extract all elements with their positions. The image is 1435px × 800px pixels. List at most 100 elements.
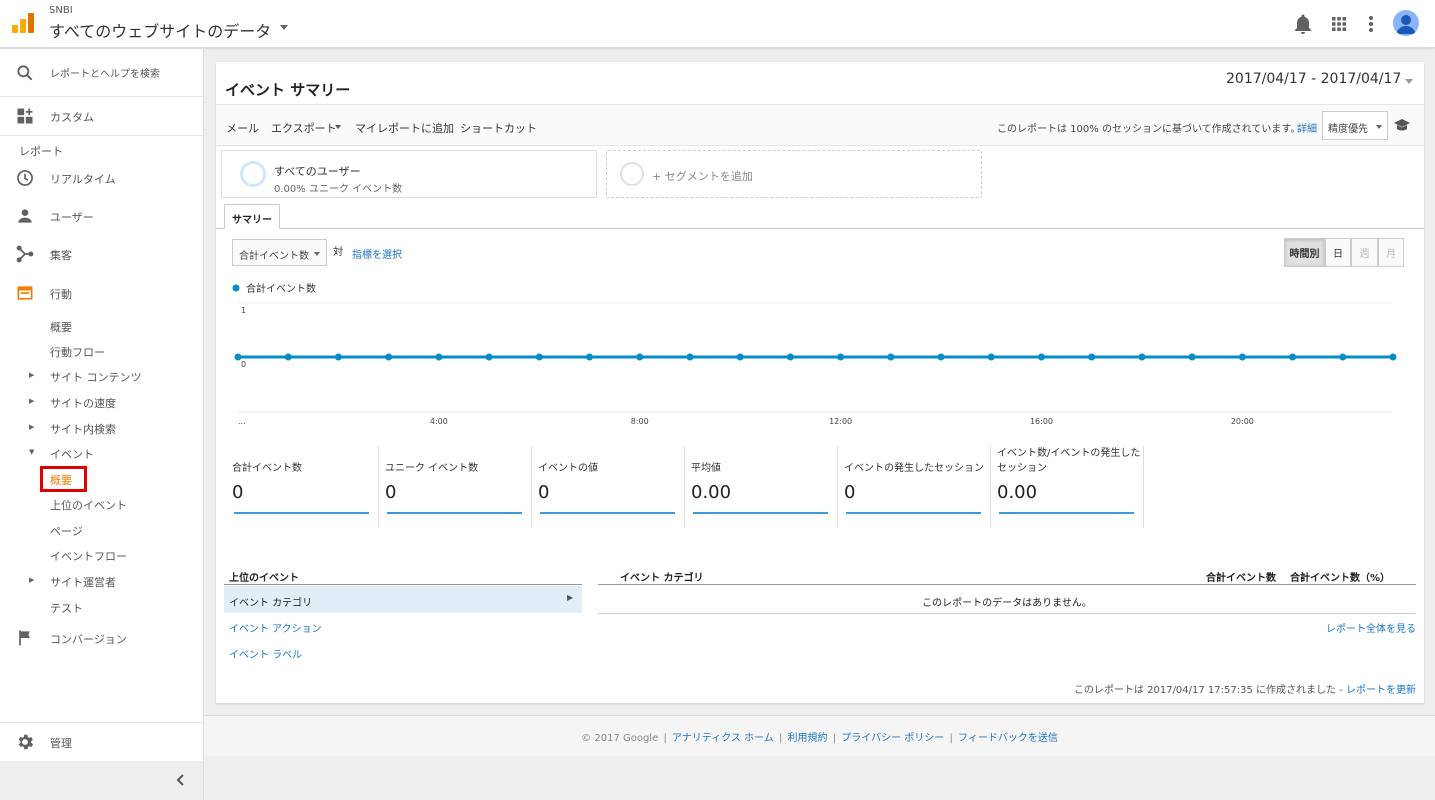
- month-button[interactable]: 月: [1378, 238, 1404, 267]
- column-header-total-pct[interactable]: 合計イベント数（%）: [1290, 569, 1390, 584]
- precision-select[interactable]: 精度優先: [1322, 111, 1388, 140]
- sidebar-item-users[interactable]: ユーザー: [0, 203, 203, 229]
- scorecard-label: イベントの値: [538, 463, 598, 474]
- sidebar-item-events-overview[interactable]: 概要: [50, 472, 72, 488]
- export-button[interactable]: エクスポート: [271, 120, 337, 136]
- bell-icon[interactable]: [1291, 12, 1315, 36]
- graduation-cap-icon[interactable]: [1393, 117, 1411, 133]
- sidebar-item-events-flow[interactable]: イベントフロー: [50, 548, 127, 564]
- reports-heading: レポート: [19, 145, 63, 158]
- sidebar-item-experiments[interactable]: テスト: [50, 600, 83, 616]
- dimension-event-action[interactable]: イベント アクション: [229, 620, 322, 635]
- collapse-arrow-icon[interactable]: ▼: [29, 448, 34, 456]
- sidebar-item-events[interactable]: イベント: [50, 446, 94, 462]
- column-header-total[interactable]: 合計イベント数: [1206, 569, 1276, 584]
- separator: |: [663, 733, 667, 744]
- dimension-event-category[interactable]: イベント カテゴリ: [224, 586, 582, 613]
- scorecard[interactable]: イベントの値 0: [532, 446, 685, 528]
- data-point: [937, 353, 945, 361]
- x-tick-label: 20:00: [1231, 417, 1254, 426]
- sidebar-item-publisher[interactable]: サイト運営者: [50, 574, 116, 590]
- x-tick-label: 8:00: [631, 417, 649, 426]
- caret-down-icon[interactable]: [1405, 79, 1413, 84]
- shortcut-button[interactable]: ショートカット: [460, 120, 537, 136]
- separator: |: [832, 733, 837, 744]
- sidebar-item-behavior-overview[interactable]: 概要: [50, 319, 72, 335]
- top-events-heading: 上位のイベント: [229, 573, 299, 584]
- terms-link[interactable]: 利用規約: [788, 733, 828, 744]
- sidebar-search[interactable]: レポートとヘルプを検索: [0, 49, 203, 96]
- sidebar-item-site-content[interactable]: サイト コンテンツ: [50, 369, 142, 385]
- privacy-link[interactable]: プライバシー ポリシー: [841, 733, 944, 744]
- scorecard[interactable]: ユニーク イベント数 0: [379, 446, 532, 528]
- week-button[interactable]: 週: [1351, 238, 1378, 267]
- expand-arrow-icon[interactable]: ▶: [29, 371, 34, 379]
- metric-select[interactable]: 合計イベント数: [232, 239, 327, 266]
- property-selector[interactable]: すべてのウェブサイトのデータ: [49, 18, 271, 42]
- scorecards: 合計イベント数 0 ユニーク イベント数 0 イベントの値 0 平均値 0.00 イベントの発生…: [226, 446, 1146, 528]
- data-point: [1238, 353, 1246, 361]
- feedback-link[interactable]: フィードバックを送信: [958, 733, 1058, 744]
- refresh-report-link[interactable]: レポートを更新: [1346, 685, 1416, 696]
- sidebar-item-label: カスタム: [50, 111, 94, 124]
- sampling-details-link[interactable]: 詳細: [1297, 120, 1317, 135]
- expand-arrow-icon[interactable]: ▶: [29, 397, 34, 405]
- tab-divider: [216, 228, 1424, 229]
- email-button[interactable]: メール: [226, 120, 259, 136]
- sidebar-item-custom[interactable]: カスタム: [0, 97, 203, 135]
- tab-summary[interactable]: サマリー: [224, 204, 280, 229]
- full-report-link[interactable]: レポート全体を見る: [1326, 620, 1416, 635]
- segment-circle-icon: [620, 162, 644, 186]
- sidebar-item-site-search[interactable]: サイト内検索: [50, 421, 116, 437]
- sidebar-item-behavior-flow[interactable]: 行動フロー: [50, 344, 105, 360]
- expand-arrow-icon[interactable]: ▶: [29, 423, 34, 431]
- scorecard[interactable]: イベント数/イベントの発生したセッション 0.00: [991, 446, 1144, 528]
- caret-down-icon[interactable]: [280, 25, 288, 30]
- apps-grid-icon[interactable]: [1327, 12, 1351, 36]
- scorecard[interactable]: 平均値 0.00: [685, 446, 838, 528]
- scorecard-label: 合計イベント数: [232, 463, 302, 474]
- sidebar-item-top-events[interactable]: 上位のイベント: [50, 497, 127, 513]
- sidebar-item-site-speed[interactable]: サイトの速度: [50, 395, 116, 411]
- sparkline: [387, 512, 522, 514]
- sidebar-item-behavior[interactable]: 行動: [0, 280, 203, 306]
- column-header-category[interactable]: イベント カテゴリ: [620, 569, 703, 584]
- copyright: © 2017 Google: [581, 733, 659, 744]
- analytics-home-link[interactable]: アナリティクス ホーム: [672, 733, 774, 744]
- report-card: イベント サマリー 2017/04/17 - 2017/04/17 メール エク…: [216, 62, 1424, 703]
- sidebar-item-realtime[interactable]: リアルタイム: [0, 165, 203, 191]
- add-to-dashboard-button[interactable]: マイレポートに追加: [355, 120, 454, 136]
- data-point: [334, 353, 342, 361]
- avatar[interactable]: [1393, 10, 1419, 36]
- analytics-logo-icon[interactable]: [12, 13, 34, 33]
- hourly-button[interactable]: 時間別: [1284, 238, 1325, 267]
- scorecard-value: 0: [385, 482, 397, 503]
- add-segment-button[interactable]: + セグメントを追加: [606, 150, 982, 198]
- scorecard-value: 0: [844, 482, 856, 503]
- expand-arrow-icon[interactable]: ▶: [29, 576, 34, 584]
- sidebar-collapse-bar[interactable]: [0, 761, 203, 800]
- segment-all-users[interactable]: すべてのユーザー 0.00% ユニーク イベント数: [221, 150, 597, 198]
- scorecard[interactable]: イベントの発生したセッション 0: [838, 446, 991, 528]
- separator: |: [778, 733, 783, 744]
- select-metric-link[interactable]: 指標を選択: [352, 246, 402, 261]
- date-range-picker[interactable]: 2017/04/17 - 2017/04/17: [1226, 71, 1401, 87]
- sidebar-item-conversions[interactable]: コンバージョン: [0, 625, 203, 651]
- data-point: [1037, 353, 1045, 361]
- scorecard-label: ユニーク イベント数: [385, 463, 479, 474]
- day-button[interactable]: 日: [1325, 238, 1351, 267]
- more-vert-icon[interactable]: [1359, 12, 1383, 36]
- dimension-event-label[interactable]: イベント ラベル: [229, 646, 302, 661]
- data-point: [385, 353, 393, 361]
- scorecard[interactable]: 合計イベント数 0: [226, 446, 379, 528]
- data-point: [686, 353, 694, 361]
- segment-name: すべてのユーザー: [274, 165, 361, 178]
- sidebar-item-admin[interactable]: 管理: [0, 729, 203, 755]
- acquisition-branch-icon: [16, 245, 34, 263]
- chevron-left-icon[interactable]: [174, 773, 188, 787]
- data-point: [887, 353, 895, 361]
- sidebar-item-acquisition[interactable]: 集客: [0, 241, 203, 267]
- sidebar-item-pages[interactable]: ページ: [50, 523, 83, 539]
- caret-down-icon[interactable]: [335, 125, 341, 129]
- divider: [0, 135, 203, 136]
